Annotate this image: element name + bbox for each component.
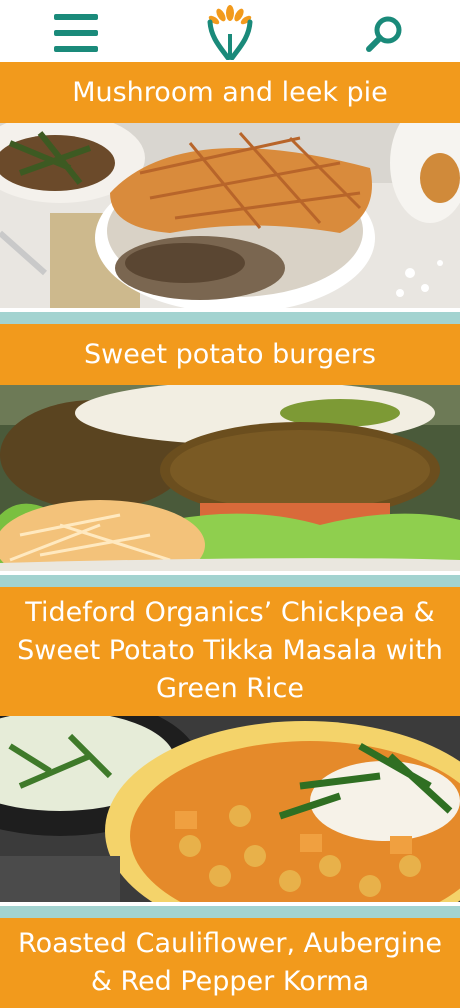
chickpea-tikka-masala-photo[interactable]	[0, 696, 460, 941]
recipe-feed: Mushroom and leek pie Sweet potato burge…	[0, 62, 460, 1008]
recipe-card[interactable]: Sweet potato burgers	[0, 324, 460, 590]
top-app-bar	[0, 0, 460, 62]
card-separator	[0, 906, 460, 918]
recipe-title[interactable]: Mushroom and leek pie	[0, 62, 460, 123]
recipe-title[interactable]: Roasted Cauliflower, Aubergine & Red Pep…	[0, 918, 460, 1008]
recipe-card[interactable]: Roasted Cauliflower, Aubergine & Red Pep…	[0, 918, 460, 1008]
recipe-title[interactable]: Sweet potato burgers	[0, 324, 460, 385]
hamburger-menu-icon[interactable]	[54, 14, 98, 52]
recipe-card[interactable]: Mushroom and leek pie	[0, 62, 460, 324]
card-separator	[0, 575, 460, 587]
recipe-title[interactable]: Tideford Organics’ Chickpea & Sweet Pota…	[0, 587, 460, 716]
sweet-potato-burger-photo[interactable]	[0, 381, 460, 590]
plant-sprout-logo-icon[interactable]	[205, 4, 255, 60]
search-icon[interactable]	[364, 14, 404, 54]
mushroom-leek-pie-photo[interactable]	[0, 103, 460, 313]
card-separator	[0, 312, 460, 324]
recipe-card[interactable]: Tideford Organics’ Chickpea & Sweet Pota…	[0, 587, 460, 941]
